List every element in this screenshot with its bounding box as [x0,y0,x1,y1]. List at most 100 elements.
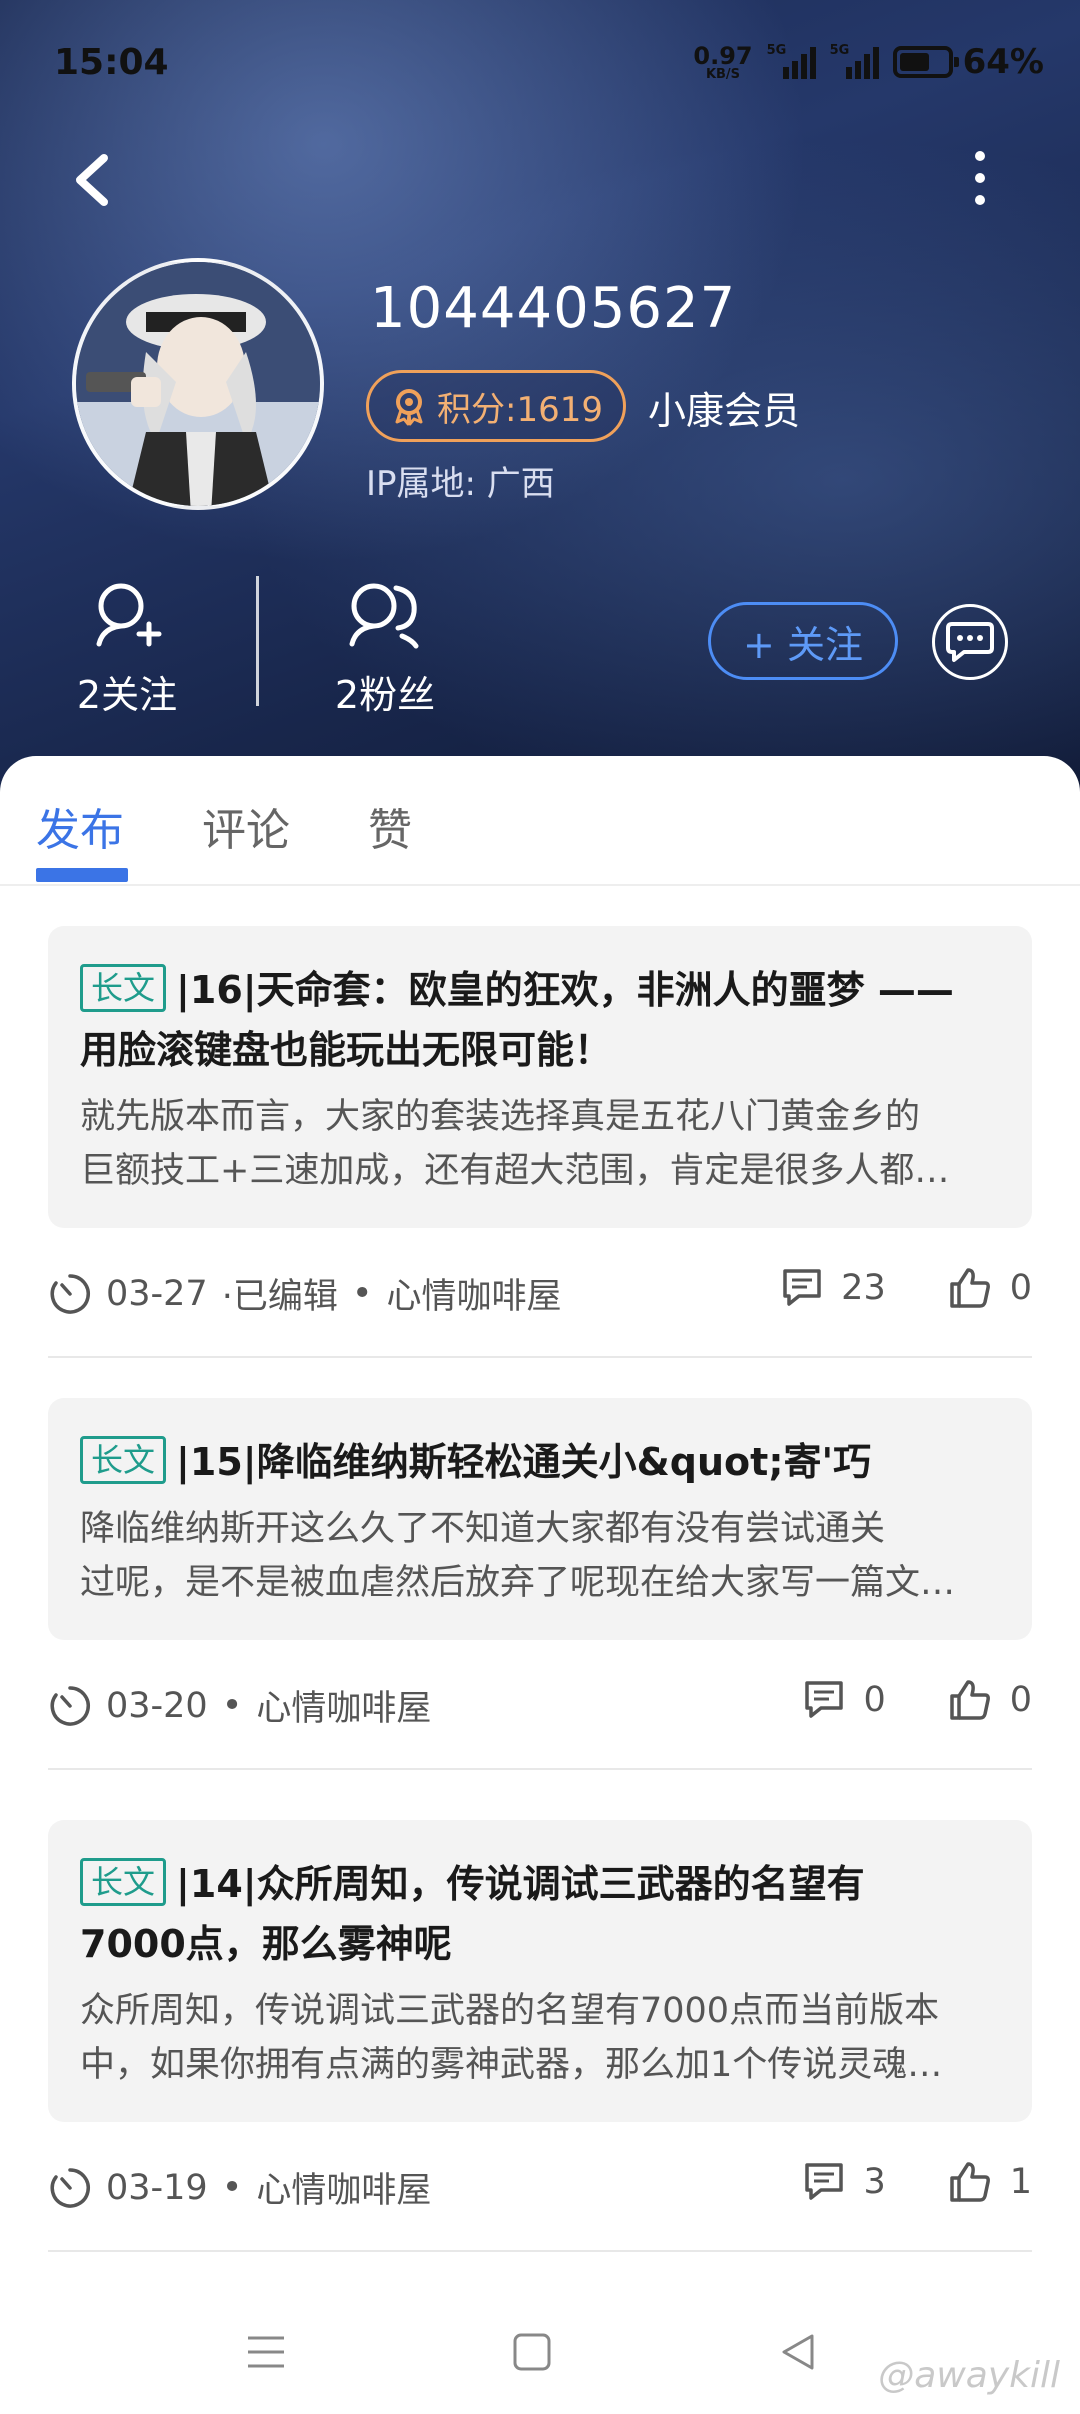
network-speed-value: 0.97 [693,41,753,70]
followers-stat[interactable]: 2粉丝 [300,576,470,719]
member-level-label: 小康会员 [648,389,801,433]
post-title-line1: |14|众所周知，传说调试三武器的名望有 [176,1862,865,1906]
post-title: 长文 |14|众所周知，传说调试三武器的名望有 [80,1854,1000,1914]
battery-icon: 64% [892,42,1044,82]
like-count: 1 [1009,2162,1032,2202]
post-forum[interactable]: 心情咖啡屋 [256,1680,431,1731]
clock-icon [50,2167,90,2208]
comment-icon [805,2163,844,2200]
post-excerpt-line2: 中，如果你拥有点满的雾神武器，那么加1个传说灵魂… [80,2045,943,2085]
avatar[interactable] [72,258,324,510]
battery-level [899,53,929,71]
stat-divider [256,576,259,706]
signal-icon: 5G [767,43,816,79]
post-title-line2: 用脸滚键盘也能玩出无限可能！ [80,1028,613,1072]
post-excerpt-line2: 过呢，是不是被血虐然后放弃了呢现在给大家写一篇文… [80,1563,956,1603]
tab-active-indicator [36,868,128,882]
post-card[interactable]: 长文 |15|降临维纳斯轻松通关小&quot;寄'巧 降临维纳斯开这么久了不知道大… [48,1398,1032,1640]
following-stat[interactable]: 2关注 [42,576,212,719]
profile-header: 15:04 0.97 KB/S 5G 5G 64% 1044405627 积分:… [0,0,1080,800]
long-article-tag: 长文 [80,964,167,1012]
signal-icon: 5G [829,43,879,79]
post-card[interactable]: 长文 |14|众所周知，传说调试三武器的名望有 7000点，那么雾神呢 众所周知，… [48,1820,1032,2122]
comment-count: 23 [841,1268,886,1308]
post-excerpt: 就先版本而言，大家的套装选择真是五花八门黄金乡的 巨额技工+三速加成，还有超大范… [80,1090,1000,1198]
clock-icon [50,1273,90,1314]
post-item: 长文 |14|众所周知，传说调试三武器的名望有 7000点，那么雾神呢 众所周知，… [48,1820,1032,2252]
battery-percentage: 64% [962,42,1044,82]
comment-icon [783,1269,821,1306]
like-count: 0 [1009,1680,1032,1720]
points-badge[interactable]: 积分:1619 [366,370,626,442]
triangle-back-icon [782,2334,814,2370]
users-icon [349,583,419,649]
post-divider [48,2250,1032,2252]
post-excerpt-line1: 就先版本而言，大家的套装选择真是五花八门黄金乡的 [80,1097,921,1137]
post-meta: 03-19 • 心情咖啡屋 3 1 [48,2138,1032,2252]
watermark: @awaykill [878,2355,1060,2396]
like-button[interactable]: 0 [948,1266,1032,1310]
thumbs-up-icon [949,2162,990,2202]
post-excerpt: 降临维纳斯开这么久了不知道大家都有没有尝试通关 过呢，是不是被血虐然后放弃了呢现… [80,1502,1000,1610]
meta-dot: • [351,1273,373,1314]
add-user-icon [96,583,162,647]
ip-location: IP属地: 广西 [366,464,555,504]
avatar-image [76,262,320,506]
post-forum[interactable]: 心情咖啡屋 [256,2162,431,2213]
post-forum[interactable]: 心情咖啡屋 [387,1268,562,1319]
post-date: 03-19 [106,2167,208,2208]
post-date: 03-27 [106,1273,208,1314]
post-date: 03-20 [106,1685,208,1726]
meta-dot: • [221,1685,243,1726]
post-item: 长文 |16|天命套：欧皇的狂欢，非洲人的噩梦 —— 用脸滚键盘也能玩出无限可能！… [48,926,1032,1358]
post-meta: 03-27 ·已编辑 • 心情咖啡屋 23 0 [48,1244,1032,1358]
chat-bubble-icon [946,622,994,662]
system-nav-bar: @awaykill [0,2284,1080,2414]
comment-button[interactable]: 23 [781,1268,886,1308]
points-value: 积分:1619 [437,389,603,430]
like-button[interactable]: 0 [948,1678,1032,1722]
post-divider [48,1768,1032,1770]
tab-bar: 发布 评论 赞 [0,756,1080,886]
comment-button[interactable]: 0 [803,1680,886,1720]
followers-count: 2粉丝 [334,673,436,717]
post-title: 长文 |15|降临维纳斯轻松通关小&quot;寄'巧 [80,1432,1000,1492]
meta-dot: • [221,2167,243,2208]
post-edited-label: ·已编辑 [221,1277,338,1317]
comment-count: 3 [863,2162,886,2202]
thumbs-up-icon [949,1268,990,1308]
back-nav-button[interactable] [758,2312,838,2392]
more-vertical-icon [975,151,985,205]
comment-button[interactable]: 3 [803,2162,886,2202]
recent-apps-button[interactable] [226,2312,306,2392]
back-button[interactable] [64,140,124,220]
medal-icon [395,389,423,426]
post-item: 长文 |15|降临维纳斯轻松通关小&quot;寄'巧 降临维纳斯开这么久了不知道大… [48,1398,1032,1770]
comment-icon [805,1681,844,1718]
post-card[interactable]: 长文 |16|天命套：欧皇的狂欢，非洲人的噩梦 —— 用脸滚键盘也能玩出无限可能！… [48,926,1032,1228]
message-button[interactable] [932,604,1008,680]
network-speed-unit: KB/S [705,66,741,82]
tab-likes[interactable]: 赞 [368,794,412,858]
post-excerpt-line1: 众所周知，传说调试三武器的名望有7000点而当前版本 [80,1991,940,2031]
signal-type-label: 5G [829,43,850,58]
tab-comments[interactable]: 评论 [202,794,290,858]
status-bar: 15:04 0.97 KB/S 5G 5G 64% [0,0,1080,120]
like-button[interactable]: 1 [948,2160,1032,2204]
tab-posts[interactable]: 发布 [36,794,124,858]
post-title: 长文 |16|天命套：欧皇的狂欢，非洲人的噩梦 —— [80,960,1000,1020]
long-article-tag: 长文 [80,1858,167,1906]
post-excerpt-line1: 降临维纳斯开这么久了不知道大家都有没有尝试通关 [80,1509,886,1549]
follow-button[interactable]: + 关注 [708,602,898,680]
content-panel: 发布 评论 赞 长文 |16|天命套：欧皇的狂欢，非洲人的噩梦 —— 用脸滚键盘也… [0,756,1080,2414]
clock-icon [50,1685,90,1726]
username: 1044405627 [370,276,737,341]
home-button[interactable] [492,2312,572,2392]
square-icon [513,2333,551,2371]
post-title-line2: 7000点，那么雾神呢 [80,1922,452,1966]
thumbs-up-icon [949,1680,990,1720]
post-divider [48,1356,1032,1358]
post-title-line1: |16|天命套：欧皇的狂欢，非洲人的噩梦 —— [176,968,954,1012]
following-count: 2关注 [76,673,178,717]
more-options-button[interactable] [960,140,1000,220]
